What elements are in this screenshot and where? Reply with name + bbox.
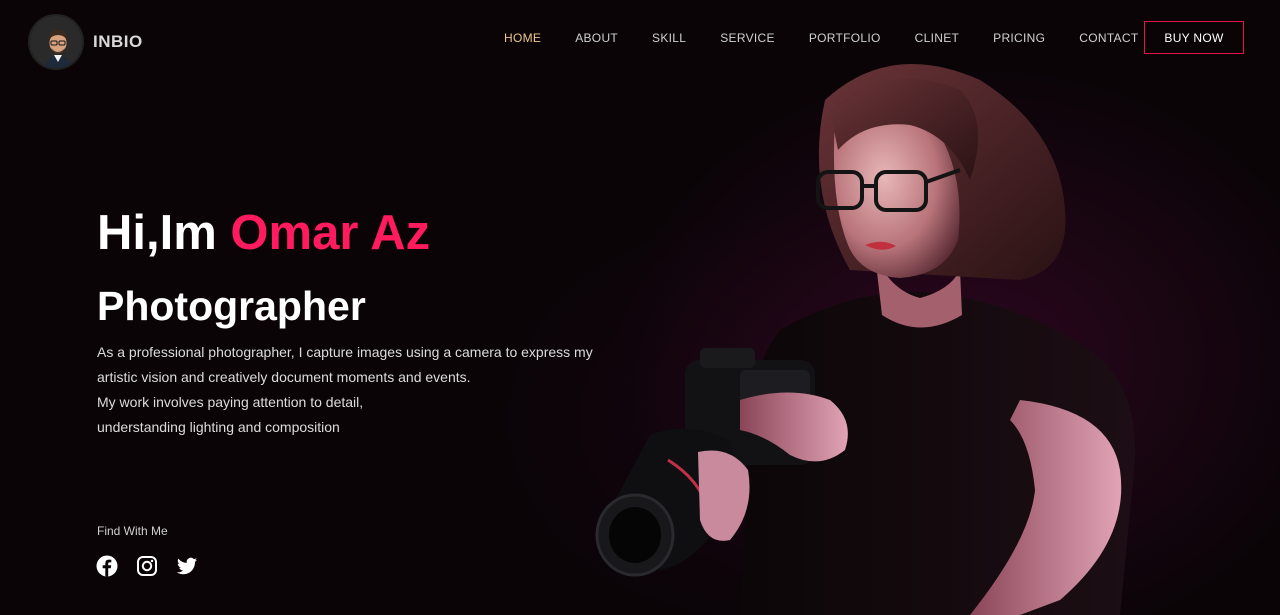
description-line: My work involves paying attention to det…	[97, 394, 364, 410]
nav-home[interactable]: HOME	[504, 31, 541, 45]
description-line: understanding lighting and composition	[97, 419, 340, 435]
hero-role: Photographer	[97, 283, 366, 329]
twitter-icon[interactable]	[176, 555, 198, 577]
avatar	[28, 14, 84, 70]
logo[interactable]: INBIO	[28, 14, 143, 70]
hero-photo	[590, 40, 1150, 615]
description-line: As a professional photographer, I captur…	[97, 344, 593, 360]
facebook-icon[interactable]	[96, 555, 118, 577]
hero-description: As a professional photographer, I captur…	[97, 340, 657, 440]
instagram-icon[interactable]	[136, 555, 158, 577]
find-with-me-label: Find With Me	[97, 524, 168, 538]
description-line: artistic vision and creatively document …	[97, 369, 471, 385]
hero-greeting: Hi,Im	[97, 206, 231, 260]
hero-name: Omar Az	[230, 206, 431, 260]
brand-name: INBIO	[93, 32, 143, 51]
social-links	[96, 555, 216, 577]
buy-now-button[interactable]: BUY NOW	[1144, 21, 1244, 54]
hero-title: Hi,Im Omar Az	[97, 203, 430, 263]
